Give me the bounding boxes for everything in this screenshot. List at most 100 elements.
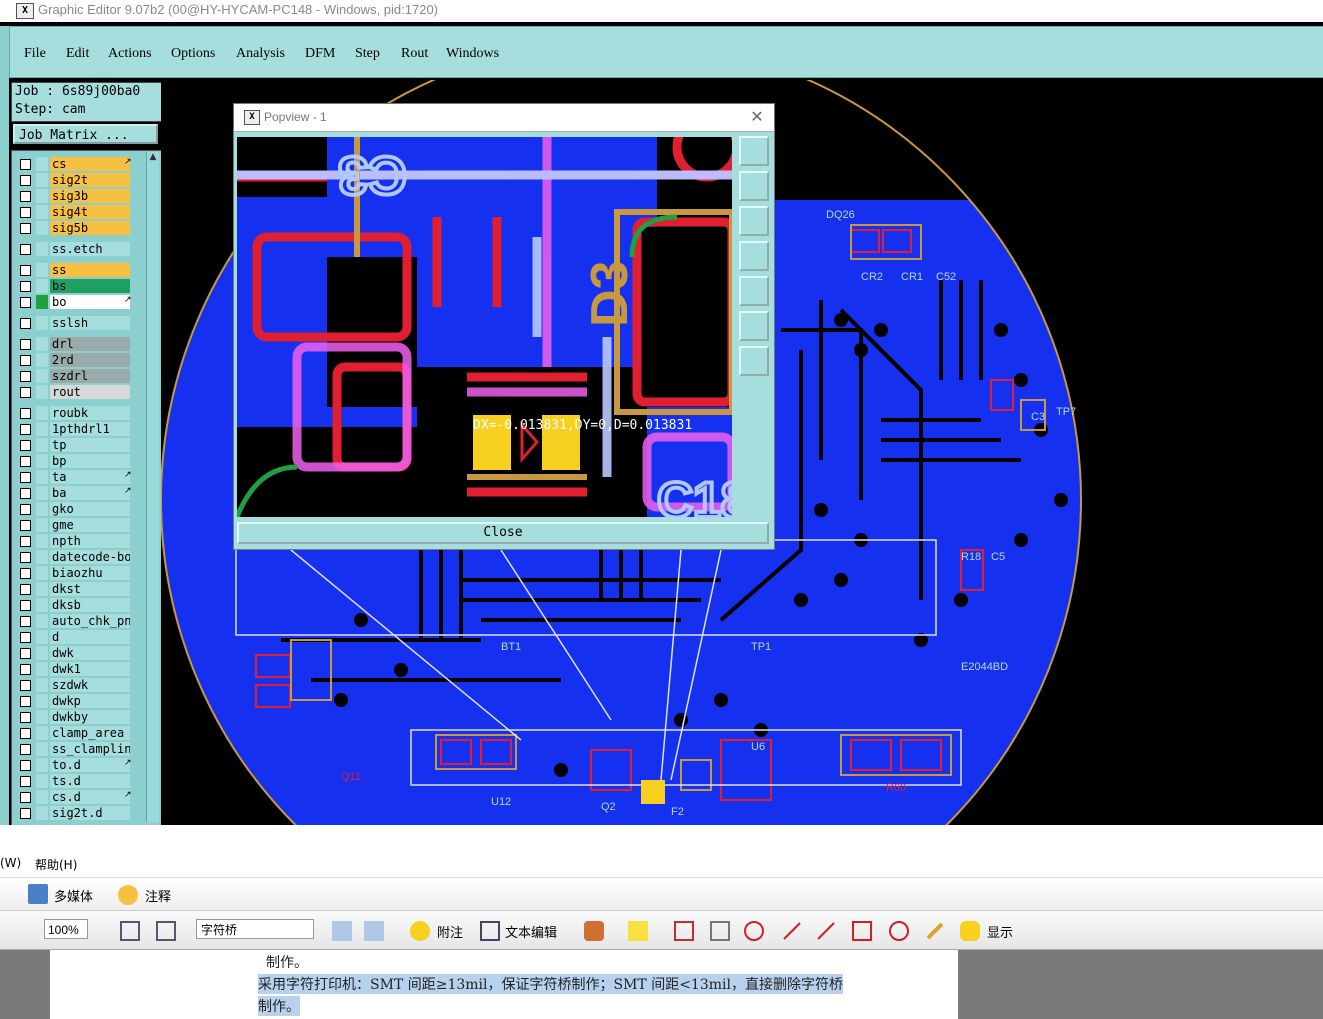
layer-row[interactable]: cs.d ↗	[14, 789, 144, 805]
layer-row[interactable]: dkst	[14, 581, 144, 597]
search-input[interactable]: 字符桥	[196, 919, 314, 939]
layer-checkbox[interactable]	[20, 568, 31, 579]
popview-zoom-canvas[interactable]: C3 C18 D3 DX=-0.013831,DY=0,D=0.013831	[237, 137, 732, 517]
layer-name[interactable]: sig2t.d	[50, 806, 130, 820]
layer-row[interactable]: tp	[14, 437, 144, 453]
layer-color-swatch[interactable]	[36, 470, 48, 484]
layer-checkbox[interactable]	[20, 159, 31, 170]
layer-row[interactable]: to.d ↗	[14, 757, 144, 773]
layer-row[interactable]: 1pthdrl1	[14, 421, 144, 437]
layer-color-swatch[interactable]	[36, 806, 48, 820]
layer-checkbox[interactable]	[20, 191, 31, 202]
layer-name[interactable]: auto_chk_pn	[50, 614, 130, 628]
layer-name[interactable]: cs	[50, 157, 130, 171]
layer-checkbox[interactable]	[20, 808, 31, 819]
layer-row[interactable]: datecode-bo	[14, 549, 144, 565]
layer-checkbox[interactable]	[20, 440, 31, 451]
layer-checkbox[interactable]	[20, 696, 31, 707]
stamp-icon[interactable]	[584, 921, 604, 941]
layer-row[interactable]: szdwk	[14, 677, 144, 693]
layer-name[interactable]: bs	[50, 279, 130, 293]
text-edit-label[interactable]: 文本编辑	[505, 922, 557, 941]
layer-checkbox[interactable]	[20, 424, 31, 435]
multimedia-icon[interactable]	[28, 884, 48, 904]
layer-name[interactable]: biaozhu	[50, 566, 130, 580]
layer-color-swatch[interactable]	[36, 566, 48, 580]
layer-row[interactable]: szdrl	[14, 368, 144, 384]
layer-row[interactable]: dwkby	[14, 709, 144, 725]
menu-edit[interactable]: Edit	[66, 46, 89, 62]
layer-checkbox[interactable]	[20, 175, 31, 186]
layer-color-swatch[interactable]	[36, 662, 48, 676]
layer-name[interactable]: datecode-bo	[50, 550, 130, 564]
find-prev-icon[interactable]	[332, 921, 352, 941]
layer-checkbox[interactable]	[20, 281, 31, 292]
text-edit-icon[interactable]	[480, 921, 500, 941]
note-label[interactable]: 附注	[437, 922, 463, 941]
layer-color-swatch[interactable]	[36, 710, 48, 724]
layer-color-swatch[interactable]	[36, 279, 48, 293]
layer-row[interactable]: roubk	[14, 405, 144, 421]
job-matrix-button[interactable]: Job Matrix ...	[13, 124, 158, 144]
layer-color-swatch[interactable]	[36, 614, 48, 628]
layer-row[interactable]: npth	[14, 533, 144, 549]
layer-color-swatch[interactable]	[36, 790, 48, 804]
pdf-menu-window[interactable]: (W)	[0, 856, 21, 870]
layer-row[interactable]: rout	[14, 384, 144, 400]
menu-step[interactable]: Step	[355, 46, 380, 62]
layer-checkbox[interactable]	[20, 792, 31, 803]
show-label[interactable]: 显示	[987, 922, 1013, 941]
layer-row[interactable]: ss	[14, 262, 144, 278]
layer-name[interactable]: sslsh	[50, 316, 130, 330]
popview-zoom-window-icon[interactable]	[739, 136, 769, 166]
layer-color-swatch[interactable]	[36, 242, 48, 256]
layer-row[interactable]: ts.d	[14, 773, 144, 789]
layer-checkbox[interactable]	[20, 712, 31, 723]
layer-row[interactable]: sig4t	[14, 204, 144, 220]
popview-pan-left-icon[interactable]	[739, 241, 769, 271]
popview-zoom-fit-icon[interactable]	[739, 311, 769, 341]
layer-color-swatch[interactable]	[36, 221, 48, 235]
layer-color-swatch[interactable]	[36, 534, 48, 548]
layer-checkbox[interactable]	[20, 472, 31, 483]
layer-name[interactable]: 2rd	[50, 353, 130, 367]
layer-row[interactable]: dksb	[14, 597, 144, 613]
layer-name[interactable]: roubk	[50, 406, 130, 420]
layer-name[interactable]: ss_clamplin	[50, 742, 130, 756]
pencil-icon[interactable]	[925, 921, 945, 941]
layer-checkbox[interactable]	[20, 207, 31, 218]
layer-checkbox[interactable]	[20, 728, 31, 739]
layer-name[interactable]: tp	[50, 438, 130, 452]
layer-row[interactable]: clamp_area	[14, 725, 144, 741]
layer-checkbox[interactable]	[20, 371, 31, 382]
layer-color-swatch[interactable]	[36, 486, 48, 500]
layer-color-swatch[interactable]	[36, 758, 48, 772]
multimedia-label[interactable]: 多媒体	[54, 886, 93, 905]
layer-checkbox[interactable]	[20, 616, 31, 627]
layer-list-scrollbar[interactable]: ▲	[146, 152, 159, 822]
layer-name[interactable]: rout	[50, 385, 130, 399]
layer-row[interactable]: sig2t.d	[14, 805, 144, 821]
layer-name[interactable]: ta	[50, 470, 130, 484]
popview-close-icon[interactable]: ✕	[746, 107, 768, 127]
popview-zoom-center-icon[interactable]	[739, 346, 769, 376]
layer-row[interactable]: ba ↗	[14, 485, 144, 501]
layer-color-swatch[interactable]	[36, 678, 48, 692]
layer-color-swatch[interactable]	[36, 598, 48, 612]
layer-row[interactable]: drl	[14, 336, 144, 352]
layer-color-swatch[interactable]	[36, 646, 48, 660]
popview-close-button[interactable]: Close	[237, 522, 769, 544]
layer-checkbox[interactable]	[20, 504, 31, 515]
text-box-icon[interactable]	[710, 921, 730, 941]
layer-row[interactable]: d	[14, 629, 144, 645]
menu-file[interactable]: File	[24, 46, 46, 62]
layer-checkbox[interactable]	[20, 744, 31, 755]
layer-color-swatch[interactable]	[36, 422, 48, 436]
layer-name[interactable]: szdwk	[50, 678, 130, 692]
layer-name[interactable]: szdrl	[50, 369, 130, 383]
layer-row[interactable]: bp	[14, 453, 144, 469]
layer-color-swatch[interactable]	[36, 369, 48, 383]
find-next-icon[interactable]	[364, 921, 384, 941]
layer-checkbox[interactable]	[20, 265, 31, 276]
popview-pan-down-icon[interactable]	[739, 206, 769, 236]
